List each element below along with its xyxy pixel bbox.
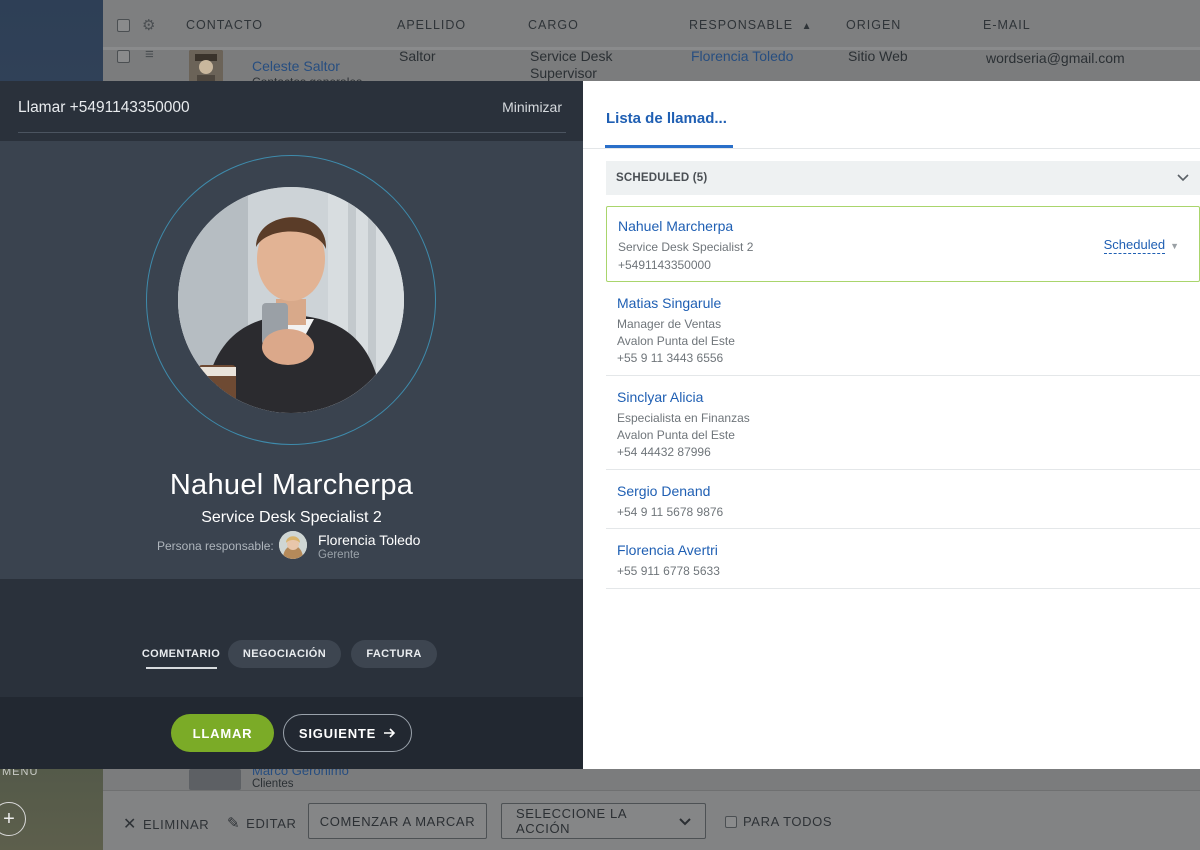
call-dialog-header: Llamar +5491143350000 Minimizar <box>0 81 583 141</box>
tab-call-list[interactable]: Lista de llamad... <box>606 110 727 127</box>
contact-photo <box>178 187 404 413</box>
table-header: ⚙ CONTACTO APELLIDO CARGO RESPONSABLE ▲ … <box>103 0 1200 50</box>
column-header-responsable[interactable]: RESPONSABLE ▲ <box>689 18 812 32</box>
list-item-role: Service Desk Specialist 2 <box>618 240 754 254</box>
arrow-right-icon <box>384 726 396 741</box>
apellido-cell: Saltor <box>399 48 436 64</box>
close-icon: ✕ <box>123 816 138 833</box>
tab-divider <box>583 148 1200 149</box>
responsable-link[interactable]: Florencia Toledo <box>691 48 793 64</box>
list-item[interactable]: Sinclyar Alicia Especialista en Finanzas… <box>606 376 1200 470</box>
call-dialog: Llamar +5491143350000 Minimizar Nahuel M… <box>0 81 583 769</box>
minimize-button[interactable]: Minimizar <box>502 99 562 115</box>
list-item[interactable]: Nahuel Marcherpa Service Desk Specialist… <box>606 206 1200 282</box>
pencil-icon: ✎ <box>227 815 241 832</box>
next-button-label: SIGUIENTE <box>298 725 377 741</box>
contact-role: Service Desk Specialist 2 <box>201 509 382 526</box>
list-item-phone: +54 9 11 5678 9876 <box>617 505 724 519</box>
column-header-origen[interactable]: ORIGEN <box>846 18 901 32</box>
column-header-responsable-label: RESPONSABLE <box>689 18 794 32</box>
delete-label: ELIMINAR <box>143 816 210 832</box>
contact-card: Nahuel Marcherpa Service Desk Specialist… <box>0 141 583 579</box>
cargo-cell-line1: Service Desk <box>530 48 613 64</box>
responsible-role: Gerente <box>318 549 360 561</box>
select-all-checkbox[interactable] <box>117 19 130 32</box>
column-header-email[interactable]: E-MAIL <box>983 18 1031 32</box>
status-dropdown[interactable]: Scheduled ▼ <box>1103 237 1179 254</box>
action-select-value: SELECCIONE LA ACCIÓN <box>516 806 627 836</box>
list-item-phone: +54 44432 87996 <box>617 445 711 459</box>
start-dialing-button[interactable]: COMENZAR A MARCAR <box>308 803 487 839</box>
list-item-company: Avalon Punta del Este <box>617 334 735 348</box>
sort-asc-icon: ▲ <box>801 21 813 32</box>
tab-negociacion[interactable]: NEGOCIACIÓN <box>228 640 341 668</box>
active-tab-underline <box>146 667 217 669</box>
list-item-phone: +5491143350000 <box>618 258 711 272</box>
edit-label: EDITAR <box>246 815 297 831</box>
for-all-label: PARA TODOS <box>743 814 833 829</box>
drag-handle-icon[interactable]: ≡ <box>145 46 154 63</box>
column-header-contacto[interactable]: CONTACTO <box>186 18 263 32</box>
list-item[interactable]: Sergio Denand +54 9 11 5678 9876 <box>606 470 1200 529</box>
call-list-panel: Lista de llamad... SCHEDULED (5) Nahuel … <box>583 81 1200 769</box>
call-tabs-area <box>0 579 583 697</box>
caret-down-icon: ▼ <box>1170 240 1179 251</box>
contact-group: Clientes <box>252 778 294 790</box>
responsible-label: Persona responsable: <box>157 539 274 553</box>
tab-comentario[interactable]: COMENTARIO <box>140 640 222 668</box>
for-all-checkbox[interactable]: PARA TODOS <box>725 814 832 829</box>
origen-cell: Sitio Web <box>848 48 908 64</box>
list-item-name[interactable]: Sinclyar Alicia <box>617 389 703 405</box>
call-button[interactable]: LLAMAR <box>171 714 274 752</box>
list-item-name[interactable]: Sergio Denand <box>617 483 710 499</box>
list-item-role: Especialista en Finanzas <box>617 411 750 425</box>
plus-icon[interactable]: + <box>0 802 26 836</box>
header-divider <box>18 132 566 133</box>
edit-button[interactable]: ✎ EDITAR <box>227 814 296 832</box>
gear-icon[interactable]: ⚙ <box>142 16 155 34</box>
list-item-name[interactable]: Florencia Avertri <box>617 542 718 558</box>
avatar <box>189 769 241 790</box>
list-item-phone: +55 911 6778 5633 <box>617 564 720 578</box>
chevron-down-icon[interactable] <box>1176 170 1190 184</box>
email-cell[interactable]: wordseria@gmail.com <box>986 50 1125 66</box>
group-label: SCHEDULED (5) <box>616 172 708 184</box>
status-dropdown-value: Scheduled <box>1103 237 1166 254</box>
action-select[interactable]: SELECCIONE LA ACCIÓN <box>501 803 706 839</box>
list-item-phone: +55 9 11 3443 6556 <box>617 351 724 365</box>
tab-factura[interactable]: FACTURA <box>351 640 437 668</box>
list-item[interactable]: Florencia Avertri +55 911 6778 5633 <box>606 529 1200 589</box>
responsible-name[interactable]: Florencia Toledo <box>318 532 420 548</box>
list-item-company: Avalon Punta del Este <box>617 428 735 442</box>
contact-name: Nahuel Marcherpa <box>169 469 414 501</box>
list-item-name[interactable]: Nahuel Marcherpa <box>618 218 733 234</box>
cargo-cell-line2: Supervisor <box>530 65 597 81</box>
avatar <box>189 50 223 84</box>
for-all-checkbox-box <box>725 815 737 828</box>
contact-name-link[interactable]: Celeste Saltor <box>252 58 340 74</box>
column-header-cargo[interactable]: CARGO <box>528 18 579 32</box>
delete-button[interactable]: ✕ ELIMINAR <box>123 814 209 834</box>
list-item[interactable]: Matias Singarule Manager de Ventas Avalo… <box>606 282 1200 376</box>
avatar[interactable] <box>279 531 307 559</box>
next-button[interactable]: SIGUIENTE <box>283 714 412 752</box>
group-header-scheduled[interactable]: SCHEDULED (5) <box>606 161 1200 195</box>
row-checkbox[interactable] <box>117 50 130 63</box>
list-item-role: Manager de Ventas <box>617 317 722 331</box>
chevron-down-icon <box>679 814 691 829</box>
call-title: Llamar +5491143350000 <box>18 99 190 116</box>
column-header-apellido[interactable]: APELLIDO <box>397 18 466 32</box>
list-item-name[interactable]: Matias Singarule <box>617 295 721 311</box>
